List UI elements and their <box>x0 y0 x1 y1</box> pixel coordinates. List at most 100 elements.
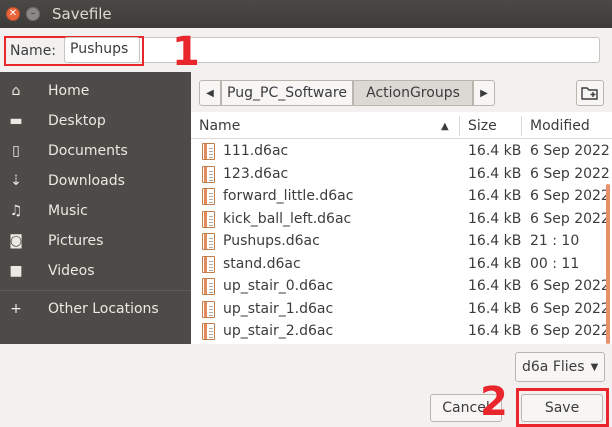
sidebar-item-downloads[interactable]: ⇣ Downloads <box>0 166 191 196</box>
document-icon: ▯ <box>12 143 20 159</box>
file-modified: 6 Sep 2022 <box>530 278 610 294</box>
path-segment-actiongroups[interactable]: ActionGroups <box>353 80 473 106</box>
file-name: 111.d6ac <box>223 143 289 159</box>
file-modified: 6 Sep 2022 <box>530 165 610 182</box>
file-list-header: Name ▲ Size Modified <box>191 112 612 139</box>
folder-icon: ▬ <box>9 113 23 129</box>
sort-ascending-icon: ▲ <box>441 121 449 132</box>
file-size: 16.4 kB <box>468 188 522 204</box>
music-icon: ♫ <box>9 203 23 219</box>
sidebar-item-videos[interactable]: ■ Videos <box>0 256 191 286</box>
file-row[interactable]: up_stair_2.d6ac 16.4 kB 6 Sep 2022 <box>191 321 612 344</box>
sidebar-item-desktop[interactable]: ▬ Desktop <box>0 106 191 136</box>
camera-icon: ◙ <box>9 233 23 249</box>
video-icon: ■ <box>9 263 23 279</box>
file-icon <box>202 143 215 160</box>
file-size: 16.4 kB <box>468 278 522 294</box>
file-modified: 6 Sep 2022 <box>530 300 610 317</box>
file-row[interactable]: 123.d6ac 16.4 kB 6 Sep 2022 <box>191 164 612 187</box>
column-divider <box>459 116 460 136</box>
file-size: 16.4 kB <box>468 323 522 339</box>
places-sidebar: ⌂ Home ▬ Desktop ▯ Documents ⇣ Downloads… <box>0 72 191 344</box>
file-modified: 6 Sep 2022 <box>530 210 610 227</box>
path-scroll-right-button[interactable]: ▶ <box>473 80 495 106</box>
file-size: 16.4 kB <box>468 165 522 182</box>
sidebar-item-pictures[interactable]: ◙ Pictures <box>0 226 191 256</box>
column-header-name[interactable]: Name <box>199 118 240 134</box>
file-icon <box>202 233 215 250</box>
file-name: up_stair_2.d6ac <box>223 323 334 339</box>
sidebar-item-label: Other Locations <box>48 301 159 317</box>
name-field-background[interactable] <box>140 37 600 63</box>
window-title: Savefile <box>52 5 112 23</box>
save-highlight-box <box>516 388 609 427</box>
file-modified: 6 Sep 2022 <box>530 143 610 159</box>
file-row[interactable]: 111.d6ac 16.4 kB 6 Sep 2022 <box>191 141 612 164</box>
close-icon[interactable]: ✕ <box>6 7 20 21</box>
file-name: 123.d6ac <box>223 165 289 182</box>
file-size: 16.4 kB <box>468 233 522 249</box>
column-header-size[interactable]: Size <box>468 118 497 134</box>
name-label: Name: <box>10 43 57 59</box>
home-icon: ⌂ <box>11 83 21 99</box>
file-icon <box>202 188 215 205</box>
annotation-number-1: 1 <box>172 29 200 75</box>
dropdown-arrow-icon: ▼ <box>590 361 599 373</box>
scrollbar-thumb[interactable] <box>606 184 610 344</box>
file-icon <box>202 165 215 183</box>
file-size: 16.4 kB <box>468 210 522 227</box>
sidebar-item-label: Documents <box>48 143 128 159</box>
file-modified: 6 Sep 2022 <box>530 188 610 204</box>
file-icon <box>202 323 215 340</box>
sidebar-item-label: Pictures <box>48 233 104 249</box>
new-folder-icon <box>581 87 598 100</box>
file-size: 16.4 kB <box>468 300 522 317</box>
file-name: up_stair_0.d6ac <box>223 278 334 294</box>
file-row[interactable]: up_stair_0.d6ac 16.4 kB 6 Sep 2022 <box>191 276 612 299</box>
file-icon <box>202 278 215 295</box>
file-modified: 21 : 10 <box>530 233 580 249</box>
sidebar-item-label: Home <box>48 83 90 99</box>
file-row[interactable]: forward_little.d6ac 16.4 kB 6 Sep 2022 <box>191 186 612 209</box>
file-size: 16.4 kB <box>468 255 522 272</box>
file-name: Pushups.d6ac <box>223 233 320 249</box>
sidebar-divider <box>0 290 191 291</box>
path-segment-pug-pc-software[interactable]: Pug_PC_Software <box>221 80 353 106</box>
annotation-number-2: 2 <box>480 379 508 425</box>
file-name: forward_little.d6ac <box>223 188 354 204</box>
new-folder-button[interactable] <box>576 80 604 106</box>
file-name: stand.d6ac <box>223 255 301 272</box>
file-row[interactable]: stand.d6ac 16.4 kB 00 : 11 <box>191 254 612 277</box>
sidebar-item-label: Desktop <box>48 113 106 129</box>
file-list-scrollbar[interactable] <box>606 140 612 344</box>
title-bar: ✕ – Savefile <box>0 0 612 28</box>
plus-icon: + <box>10 301 22 317</box>
sidebar-item-label: Downloads <box>48 173 125 189</box>
minimize-icon[interactable]: – <box>26 7 40 21</box>
filename-input[interactable]: Pushups <box>64 37 140 63</box>
file-icon <box>202 255 215 273</box>
file-modified: 00 : 11 <box>530 255 580 272</box>
column-header-modified[interactable]: Modified <box>530 118 590 134</box>
name-row: Name: Pushups <box>0 28 612 72</box>
file-row[interactable]: kick_ball_left.d6ac 16.4 kB 6 Sep 2022 <box>191 209 612 232</box>
file-name: kick_ball_left.d6ac <box>223 210 352 227</box>
file-icon <box>202 300 215 318</box>
sidebar-item-other-locations[interactable]: + Other Locations <box>0 294 191 324</box>
file-icon <box>202 210 215 228</box>
column-divider <box>521 116 522 136</box>
sidebar-item-label: Music <box>48 203 88 219</box>
file-modified: 6 Sep 2022 <box>530 323 610 339</box>
file-size: 16.4 kB <box>468 143 522 159</box>
sidebar-item-documents[interactable]: ▯ Documents <box>0 136 191 166</box>
path-bar: ◀ Pug_PC_Software ActionGroups ▶ <box>191 72 612 112</box>
sidebar-item-home[interactable]: ⌂ Home <box>0 76 191 106</box>
file-row[interactable]: up_stair_1.d6ac 16.4 kB 6 Sep 2022 <box>191 299 612 322</box>
sidebar-item-music[interactable]: ♫ Music <box>0 196 191 226</box>
file-type-filter-dropdown[interactable]: d6a Flies ▼ <box>515 352 605 382</box>
filter-label: d6a Flies <box>522 359 585 375</box>
path-scroll-left-button[interactable]: ◀ <box>199 80 221 106</box>
file-row[interactable]: Pushups.d6ac 16.4 kB 21 : 10 <box>191 231 612 254</box>
sidebar-item-label: Videos <box>48 263 95 279</box>
file-list: Name ▲ Size Modified 111.d6ac 16.4 kB 6 Se… <box>191 112 612 344</box>
